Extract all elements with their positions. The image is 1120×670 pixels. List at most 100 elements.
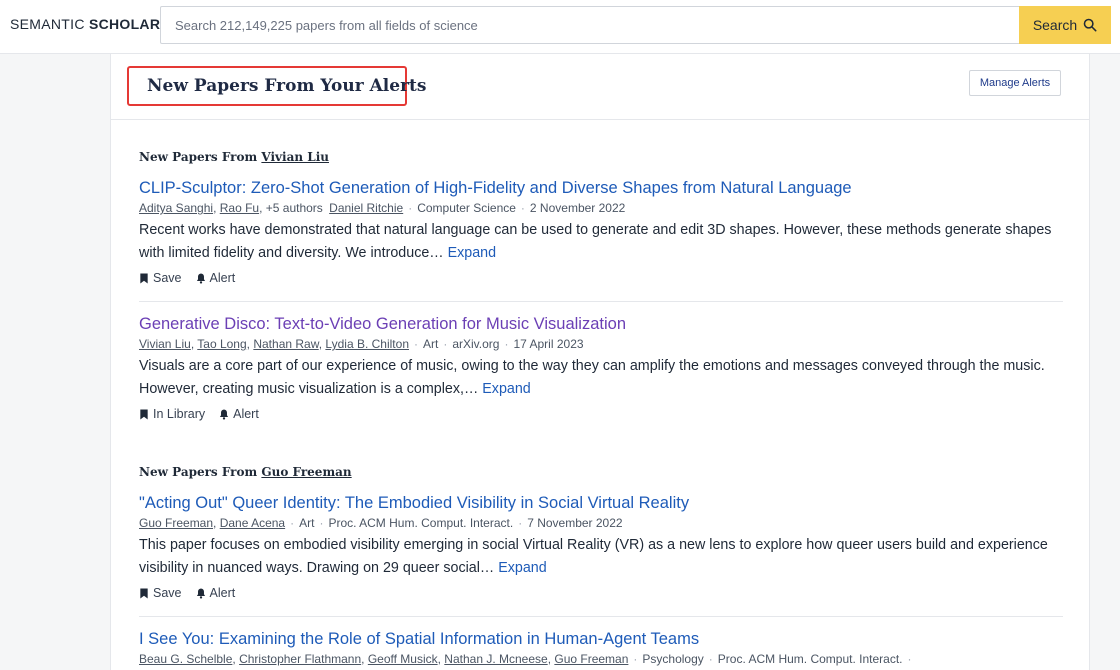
paper-item: I See You: Examining the Role of Spatial… <box>139 628 1063 667</box>
alert-label: Alert <box>209 586 236 600</box>
search-bar: Search <box>160 6 1111 44</box>
paper-actions: In Library Alert <box>139 407 1063 421</box>
author-link[interactable]: Lydia B. Chilton <box>325 337 409 351</box>
abstract-text: Recent works have demonstrated that natu… <box>139 222 1052 261</box>
paper-actions: Save Alert <box>139 586 1063 600</box>
author-link[interactable]: Rao Fu <box>220 201 259 215</box>
author-link[interactable]: Vivian Liu <box>139 337 191 351</box>
save-button[interactable]: Save <box>139 271 182 285</box>
bell-icon <box>196 273 205 284</box>
author-link[interactable]: Aditya Sanghi <box>139 201 213 215</box>
author-link[interactable]: Tao Long <box>197 337 246 351</box>
paper-date: 2 November 2022 <box>529 201 626 215</box>
separator-dot: · <box>520 201 525 215</box>
abstract-text: This paper focuses on embodied visibilit… <box>139 537 1048 576</box>
alerts-page-title: New Papers From Your Alerts <box>127 66 426 106</box>
logo-text-semantic: SEMANTIC <box>10 16 89 32</box>
alerts-card-header: New Papers From Your Alerts Manage Alert… <box>111 54 1089 120</box>
separator-dot: · <box>633 652 638 666</box>
expand-link[interactable]: Expand <box>498 560 547 576</box>
separator-dot: · <box>443 337 448 351</box>
alert-button[interactable]: Alert <box>196 271 236 285</box>
search-button-label: Search <box>1032 17 1078 33</box>
section-heading-prefix: New Papers From <box>139 465 262 479</box>
separator-dot: · <box>290 516 295 530</box>
section-heading-prefix: New Papers From <box>139 150 262 164</box>
bell-icon <box>196 588 205 599</box>
expand-link[interactable]: Expand <box>448 245 497 261</box>
bookmark-icon <box>140 408 148 420</box>
in-library-button[interactable]: In Library <box>139 407 205 421</box>
author-link[interactable]: Nathan J. Mcneese <box>444 652 547 666</box>
search-button[interactable]: Search <box>1019 6 1111 44</box>
author-link[interactable]: Nathan Raw <box>253 337 318 351</box>
top-bar: SEMANTIC SCHOLAR Search <box>0 0 1120 54</box>
paper-venue: Proc. ACM Hum. Comput. Interact. <box>328 516 514 530</box>
separator-dot: · <box>518 516 523 530</box>
separator-dot: · <box>907 652 912 666</box>
alert-button[interactable]: Alert <box>219 407 259 421</box>
author-link[interactable]: Beau G. Schelble <box>139 652 232 666</box>
author-link[interactable]: Guo Freeman <box>554 652 628 666</box>
paper-date: 17 April 2023 <box>513 337 584 351</box>
alert-label: Alert <box>233 407 259 421</box>
separator-dot: · <box>504 337 509 351</box>
bookmark-icon <box>140 587 148 599</box>
author-link[interactable]: Dane Acena <box>220 516 285 530</box>
bookmark-icon <box>140 272 148 284</box>
paper-item: "Acting Out" Queer Identity: The Embodie… <box>139 492 1063 600</box>
paper-abstract: Recent works have demonstrated that natu… <box>139 219 1059 265</box>
save-label: Save <box>153 271 182 285</box>
alert-button[interactable]: Alert <box>196 586 236 600</box>
expand-link[interactable]: Expand <box>482 381 531 397</box>
author-link[interactable]: Christopher Flathmann <box>239 652 361 666</box>
paper-title-link[interactable]: I See You: Examining the Role of Spatial… <box>139 628 1063 650</box>
paper-actions: Save Alert <box>139 271 1063 285</box>
separator-dot: · <box>414 337 418 351</box>
separator-dot: · <box>319 516 324 530</box>
paper-date: 7 November 2022 <box>527 516 623 530</box>
paper-title-link[interactable]: Generative Disco: Text-to-Video Generati… <box>139 313 1063 335</box>
bell-icon <box>220 409 229 420</box>
abstract-text: Visuals are a core part of our experienc… <box>139 358 1045 397</box>
paper-venue: Proc. ACM Hum. Comput. Interact. <box>717 652 903 666</box>
save-label: Save <box>153 586 182 600</box>
paper-venue: arXiv.org <box>452 337 500 351</box>
paper-meta: Vivian Liu, Tao Long, Nathan Raw, Lydia … <box>139 337 584 351</box>
manage-alerts-button[interactable]: Manage Alerts <box>969 70 1061 96</box>
paper-title-link[interactable]: "Acting Out" Queer Identity: The Embodie… <box>139 492 1063 514</box>
save-button[interactable]: Save <box>139 586 182 600</box>
search-input[interactable] <box>161 7 1019 43</box>
divider <box>139 301 1063 302</box>
paper-field: Art <box>423 337 439 351</box>
section-heading-guo-freeman: New Papers From Guo Freeman <box>139 465 352 479</box>
paper-meta: Beau G. Schelble, Christopher Flathmann,… <box>139 652 912 666</box>
paper-abstract: Visuals are a core part of our experienc… <box>139 355 1059 401</box>
author-link[interactable]: Geoff Musick <box>368 652 438 666</box>
section-author-link[interactable]: Guo Freeman <box>261 465 351 479</box>
alert-label: Alert <box>209 271 236 285</box>
more-authors-link[interactable]: +5 authors <box>266 201 323 215</box>
alerts-feed-card: New Papers From Your Alerts Manage Alert… <box>110 54 1090 670</box>
separator-dot: · <box>708 652 713 666</box>
paper-field: Art <box>299 516 315 530</box>
paper-meta: Guo Freeman, Dane Acena · Art · Proc. ACM Hu… <box>139 516 623 530</box>
paper-meta: Aditya Sanghi, Rao Fu, +5 authors Daniel… <box>139 201 626 215</box>
paper-title-link[interactable]: CLIP-Sculptor: Zero-Shot Generation of H… <box>139 177 1063 199</box>
search-icon <box>1083 18 1097 32</box>
separator-dot: · <box>408 201 413 215</box>
alerts-title-text: New Papers From Your Alerts <box>147 76 427 96</box>
semantic-scholar-logo[interactable]: SEMANTIC SCHOLAR <box>10 16 160 32</box>
paper-item: CLIP-Sculptor: Zero-Shot Generation of H… <box>139 177 1063 285</box>
paper-item: Generative Disco: Text-to-Video Generati… <box>139 313 1063 421</box>
section-heading-vivian-liu: New Papers From Vivian Liu <box>139 150 329 164</box>
paper-abstract: This paper focuses on embodied visibilit… <box>139 534 1059 580</box>
paper-field: Psychology <box>642 652 704 666</box>
divider <box>139 616 1063 617</box>
paper-field: Computer Science <box>417 201 516 215</box>
author-link[interactable]: Daniel Ritchie <box>329 201 403 215</box>
logo-text-scholar: SCHOLAR <box>88 16 161 32</box>
section-author-link[interactable]: Vivian Liu <box>261 150 329 164</box>
in-library-label: In Library <box>153 407 206 421</box>
author-link[interactable]: Guo Freeman <box>139 516 213 530</box>
